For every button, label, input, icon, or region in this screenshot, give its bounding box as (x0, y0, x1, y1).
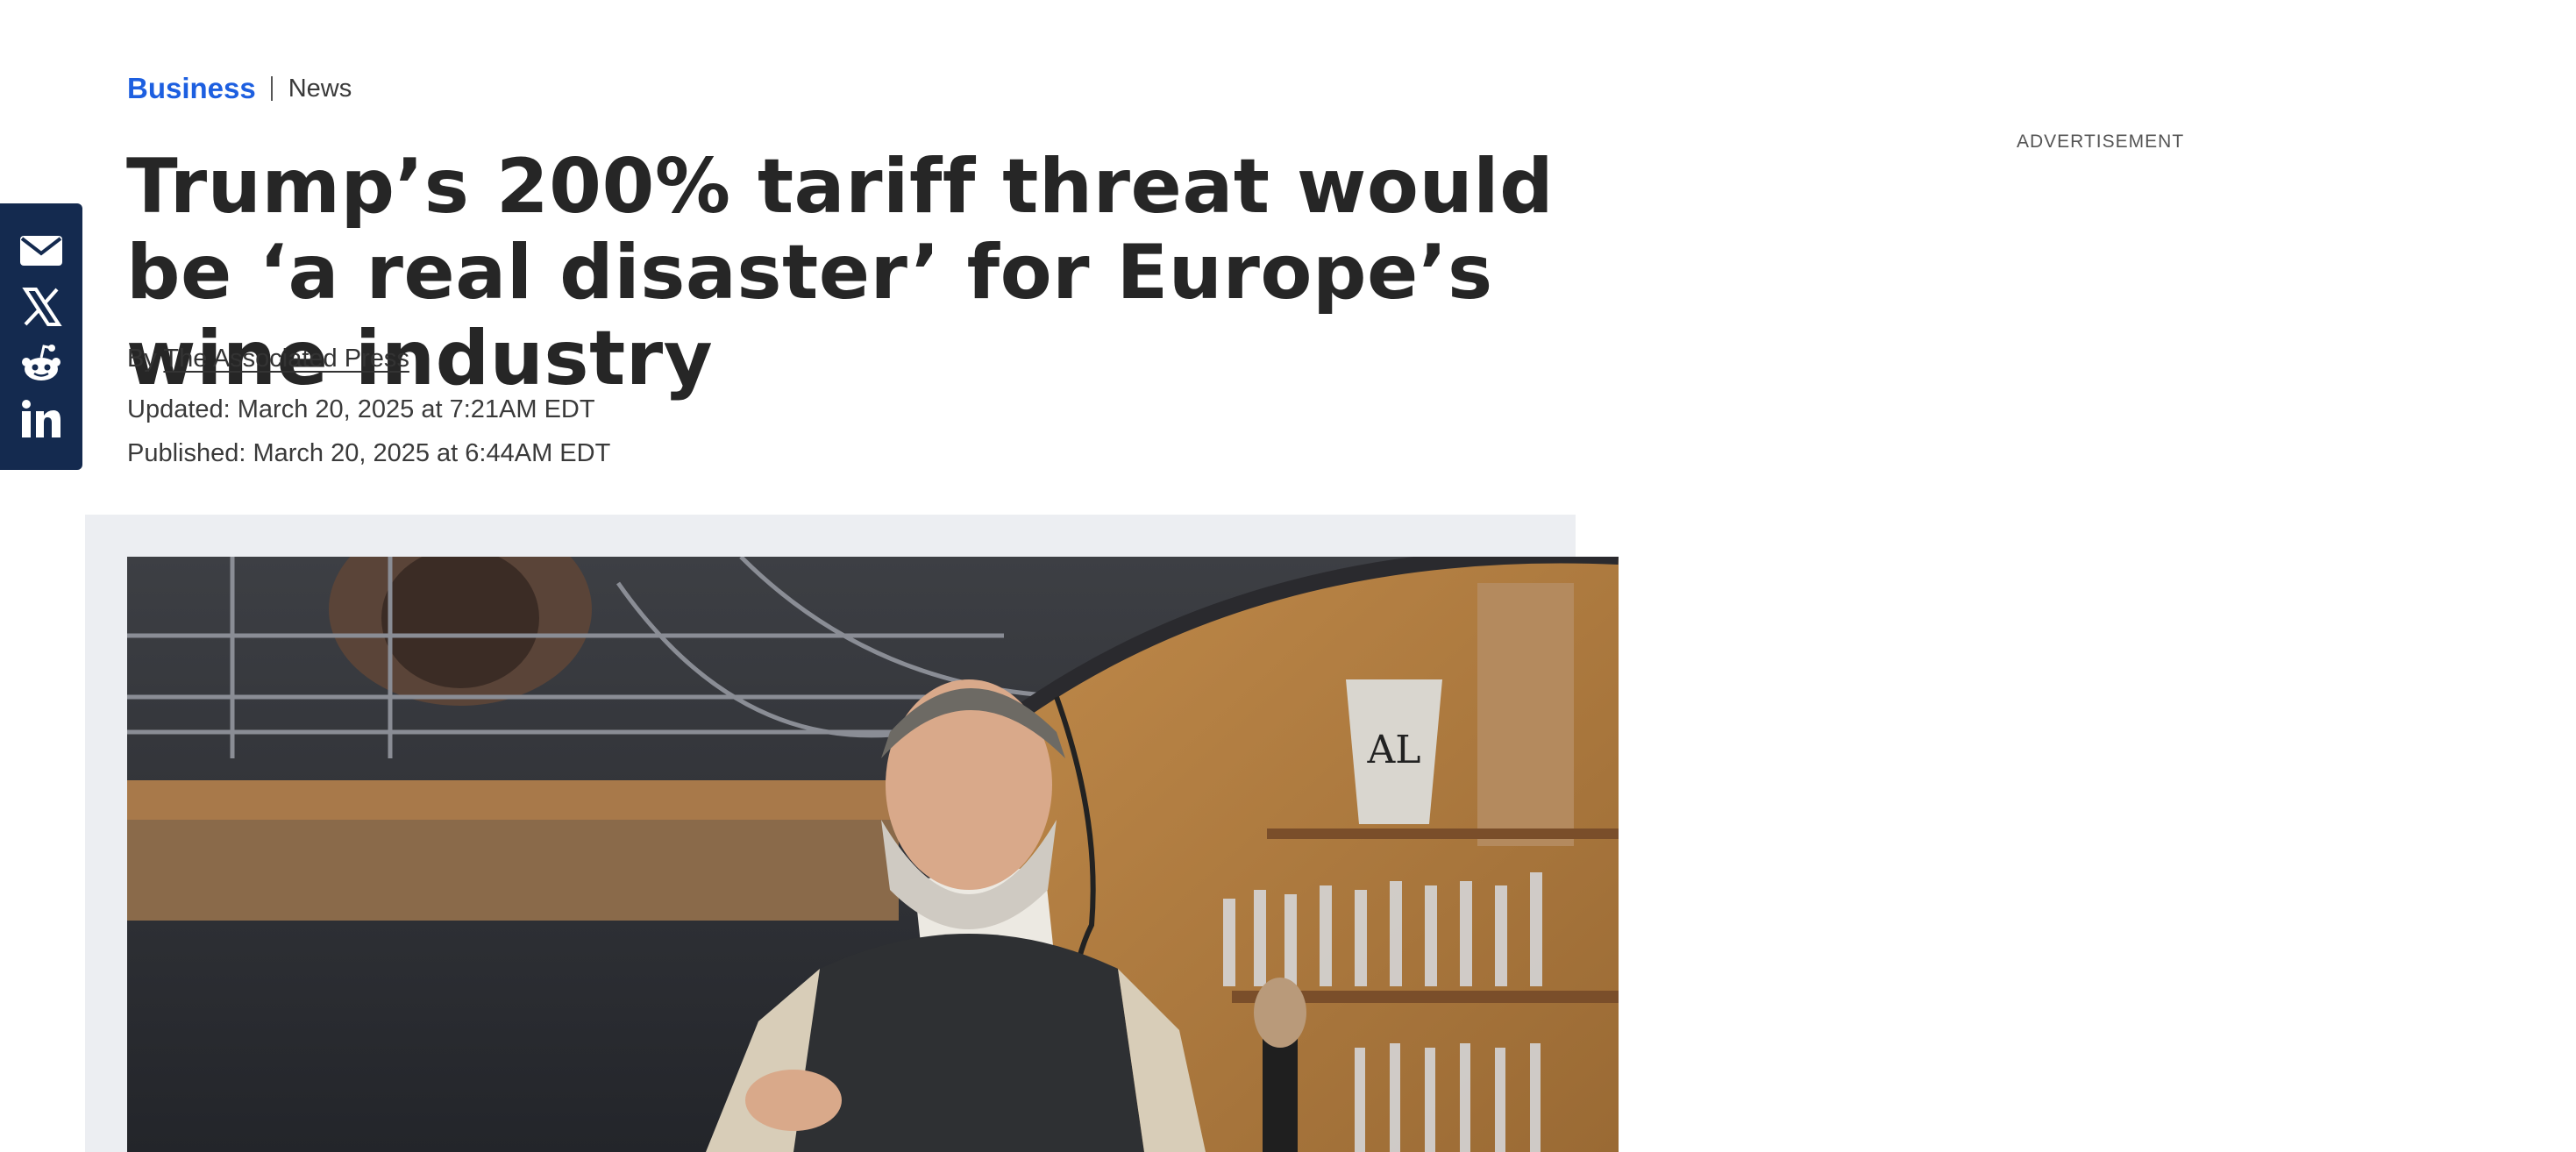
article-photo[interactable]: AL (127, 557, 1619, 1152)
byline: By The Associated Press (127, 345, 409, 373)
advertisement-label: ADVERTISEMENT (2017, 132, 2185, 152)
breadcrumb-section-link[interactable]: Business (127, 72, 256, 105)
share-linkedin-button[interactable] (17, 396, 66, 442)
envelope-icon (20, 236, 62, 266)
article-page: Business News Trump’s 200% tariff threat… (0, 0, 2576, 1152)
updated-date: Updated: March 20, 2025 at 7:21AM EDT (127, 395, 595, 423)
social-share-rail (0, 203, 82, 470)
share-x-button[interactable] (17, 284, 66, 330)
author-link[interactable]: The Associated Press (163, 345, 409, 373)
published-date: Published: March 20, 2025 at 6:44AM EDT (127, 439, 611, 467)
share-reddit-button[interactable] (17, 340, 66, 386)
winery-photo-illustration: AL (127, 557, 1619, 1152)
x-icon (22, 288, 62, 326)
breadcrumb-subsection-link[interactable]: News (288, 75, 352, 103)
share-email-button[interactable] (17, 228, 66, 274)
linkedin-icon (22, 400, 60, 437)
ice-bucket-logo: AL (1367, 728, 1421, 772)
breadcrumb-divider (270, 76, 273, 101)
breadcrumb: Business News (127, 72, 352, 105)
reddit-icon (22, 345, 60, 380)
byline-prefix: By (127, 345, 157, 373)
